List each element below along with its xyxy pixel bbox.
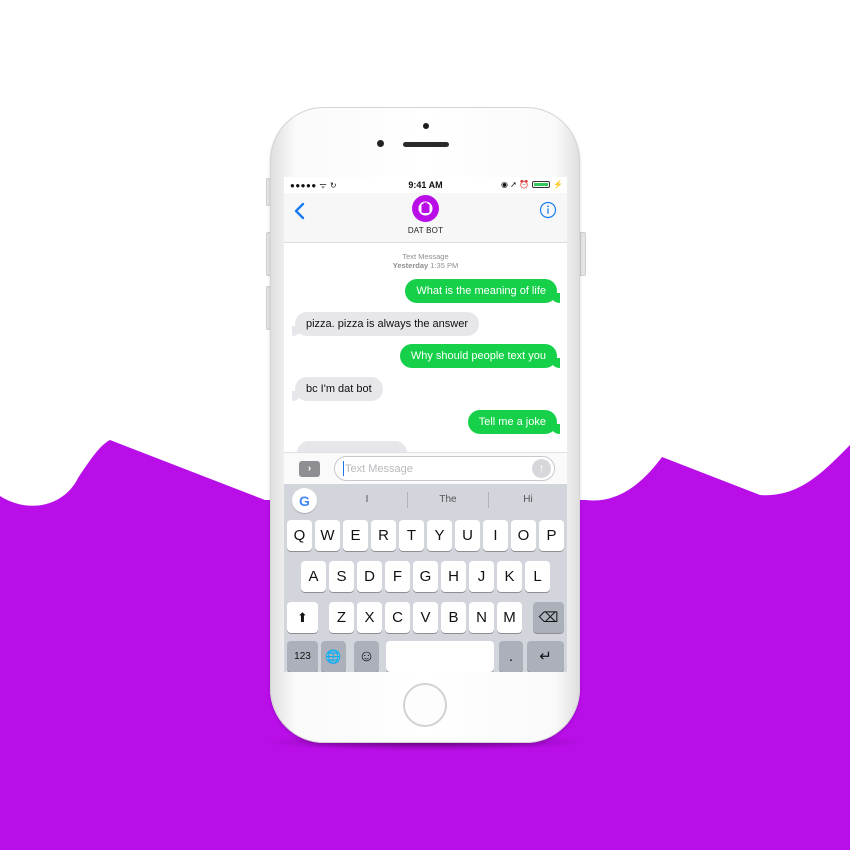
stage: ●●●●● ᯤ ↻ 9:41 AM ◉ ➚ ⏰ ⚡ DAT BOT Text M… — [0, 0, 850, 850]
message-bubble-outgoing[interactable]: Tell me a joke — [467, 410, 561, 434]
sensor-dot — [423, 123, 429, 129]
key-q[interactable]: Q — [287, 520, 312, 551]
suggestion-item[interactable]: Hi — [488, 484, 567, 516]
key-h[interactable]: H — [441, 561, 466, 592]
key-g[interactable]: G — [413, 561, 438, 592]
suggestion-item[interactable]: I — [327, 484, 407, 516]
compose-bar: › ↑ — [284, 452, 567, 485]
meta-day: Yesterday — [392, 261, 429, 270]
emoji-icon[interactable]: ☺ — [354, 641, 379, 672]
info-icon[interactable] — [539, 201, 557, 219]
phone-screen: ●●●●● ᯤ ↻ 9:41 AM ◉ ➚ ⏰ ⚡ DAT BOT Text M… — [284, 177, 567, 672]
key-w[interactable]: W — [315, 520, 340, 551]
numbers-key[interactable]: 123 — [287, 641, 318, 672]
key-d[interactable]: D — [357, 561, 382, 592]
message-bubble-incoming[interactable]: bc I'm dat bot — [292, 377, 383, 401]
backspace-key[interactable]: ⌫ — [533, 602, 564, 633]
key-n[interactable]: N — [469, 602, 494, 633]
send-button[interactable]: ↑ — [532, 459, 551, 478]
front-camera — [377, 140, 384, 147]
key-c[interactable]: C — [385, 602, 410, 633]
bot-icon — [418, 201, 433, 216]
keyboard: G I The Hi Q W E R T Y U I O P A S D F G — [284, 484, 567, 672]
earpiece-speaker — [403, 142, 449, 147]
key-t[interactable]: T — [399, 520, 424, 551]
conversation-header: DAT BOT — [284, 193, 567, 243]
contact-avatar[interactable] — [412, 195, 439, 222]
shift-key[interactable]: ⬆ — [287, 602, 318, 633]
key-f[interactable]: F — [385, 561, 410, 592]
status-right-icons: ◉ ➚ ⏰ ⚡ — [501, 180, 563, 189]
suggestion-bar: G I The Hi — [284, 484, 567, 516]
key-m[interactable]: M — [497, 602, 522, 633]
meta-timestamp: Yesterday 1:35 PM — [284, 261, 567, 270]
meta-label: Text Message — [402, 252, 449, 261]
key-x[interactable]: X — [357, 602, 382, 633]
charging-icon: ⚡ — [553, 180, 563, 189]
key-e[interactable]: E — [343, 520, 368, 551]
message-bubble-outgoing[interactable]: Why should people text you — [399, 344, 561, 368]
key-y[interactable]: Y — [427, 520, 452, 551]
period-key[interactable]: . — [499, 641, 523, 672]
message-bubble-outgoing[interactable]: What is the meaning of life — [405, 279, 560, 303]
key-r[interactable]: R — [371, 520, 396, 551]
key-o[interactable]: O — [511, 520, 536, 551]
home-button[interactable] — [403, 683, 447, 727]
key-a[interactable]: A — [301, 561, 326, 592]
battery-icon — [532, 181, 551, 188]
key-l[interactable]: L — [525, 561, 550, 592]
power-button — [580, 232, 586, 276]
message-input[interactable] — [334, 456, 555, 481]
text-cursor — [343, 461, 344, 476]
key-j[interactable]: J — [469, 561, 494, 592]
globe-icon[interactable]: 🌐 — [321, 641, 346, 672]
key-k[interactable]: K — [497, 561, 522, 592]
message-bubble-incoming[interactable]: pizza. pizza is always the answer — [291, 312, 480, 336]
contact-name[interactable]: DAT BOT — [284, 226, 567, 235]
key-u[interactable]: U — [455, 520, 480, 551]
google-logo-icon[interactable]: G — [292, 488, 317, 513]
key-i[interactable]: I — [483, 520, 508, 551]
chevron-left-icon[interactable] — [292, 201, 308, 221]
apps-button[interactable]: › — [299, 461, 320, 477]
key-p[interactable]: P — [539, 520, 564, 551]
space-key[interactable] — [386, 641, 494, 672]
return-key[interactable]: ↵ — [527, 641, 564, 672]
meta-time: 1:35 PM — [430, 261, 459, 270]
status-icons: ◉ ➚ ⏰ — [500, 180, 530, 189]
key-b[interactable]: B — [441, 602, 466, 633]
key-z[interactable]: Z — [329, 602, 354, 633]
key-s[interactable]: S — [329, 561, 354, 592]
status-bar: ●●●●● ᯤ ↻ 9:41 AM ◉ ➚ ⏰ ⚡ — [284, 177, 567, 193]
key-v[interactable]: V — [413, 602, 438, 633]
conversation-meta: Text Message Yesterday 1:35 PM — [284, 252, 567, 270]
suggestion-item[interactable]: The — [408, 484, 488, 516]
